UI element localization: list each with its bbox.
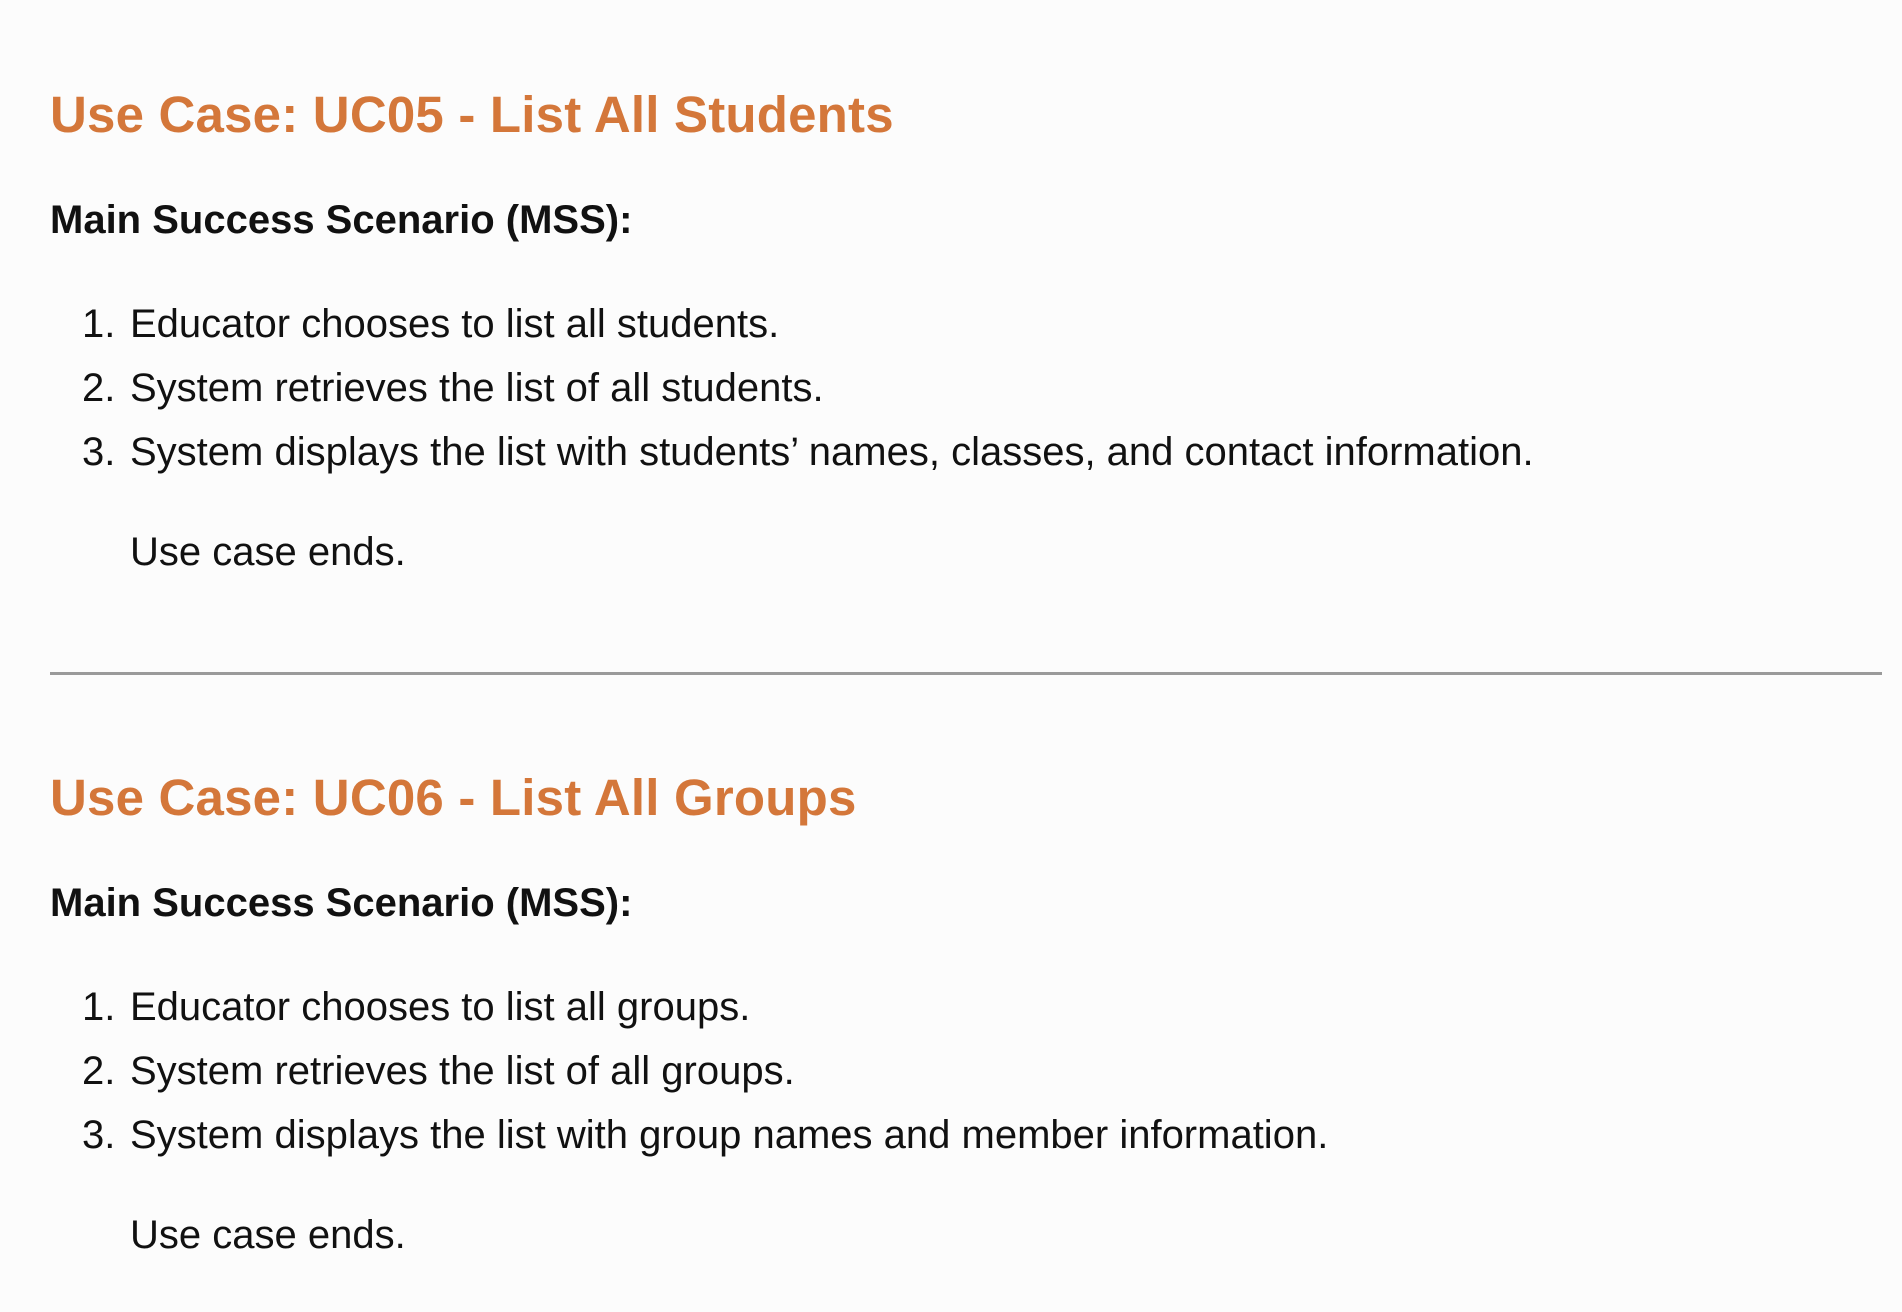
step-text: Educator chooses to list all groups. xyxy=(130,985,751,1029)
step-number: 3. xyxy=(82,1113,116,1157)
mss-step: 2. System retrieves the list of all grou… xyxy=(82,1039,1880,1103)
use-case-title: Use Case: UC06 - List All Groups xyxy=(50,769,857,826)
mss-step: 3. System displays the list with group n… xyxy=(82,1103,1880,1167)
step-text: System retrieves the list of all groups. xyxy=(130,1049,795,1093)
use-case-uc06: Use Case: UC06 - List All Groups Main Su… xyxy=(50,763,1880,1263)
mss-step: 1. Educator chooses to list all students… xyxy=(82,292,1880,356)
step-number: 2. xyxy=(82,366,116,410)
section-divider xyxy=(50,672,1882,675)
step-text: System displays the list with group name… xyxy=(130,1113,1329,1157)
use-case-ending: Use case ends. xyxy=(130,530,406,574)
mss-step: 2. System retrieves the list of all stud… xyxy=(82,356,1880,420)
use-case-title: Use Case: UC05 - List All Students xyxy=(50,86,894,143)
step-number: 2. xyxy=(82,1049,116,1093)
step-number: 3. xyxy=(82,430,116,474)
document-page: Use Case: UC05 - List All Students Main … xyxy=(0,0,1902,1312)
mss-steps-list: 1. Educator chooses to list all groups. … xyxy=(50,975,1880,1167)
step-text: System displays the list with students’ … xyxy=(130,430,1534,474)
mss-heading: Main Success Scenario (MSS): xyxy=(50,881,633,925)
mss-steps-list: 1. Educator chooses to list all students… xyxy=(50,292,1880,484)
step-text: Educator chooses to list all students. xyxy=(130,302,780,346)
mss-step: 1. Educator chooses to list all groups. xyxy=(82,975,1880,1039)
step-number: 1. xyxy=(82,302,116,346)
use-case-uc05: Use Case: UC05 - List All Students Main … xyxy=(50,80,1880,580)
step-number: 1. xyxy=(82,985,116,1029)
mss-step: 3. System displays the list with student… xyxy=(82,420,1880,484)
mss-heading: Main Success Scenario (MSS): xyxy=(50,198,633,242)
use-case-ending: Use case ends. xyxy=(130,1213,406,1257)
step-text: System retrieves the list of all student… xyxy=(130,366,824,410)
